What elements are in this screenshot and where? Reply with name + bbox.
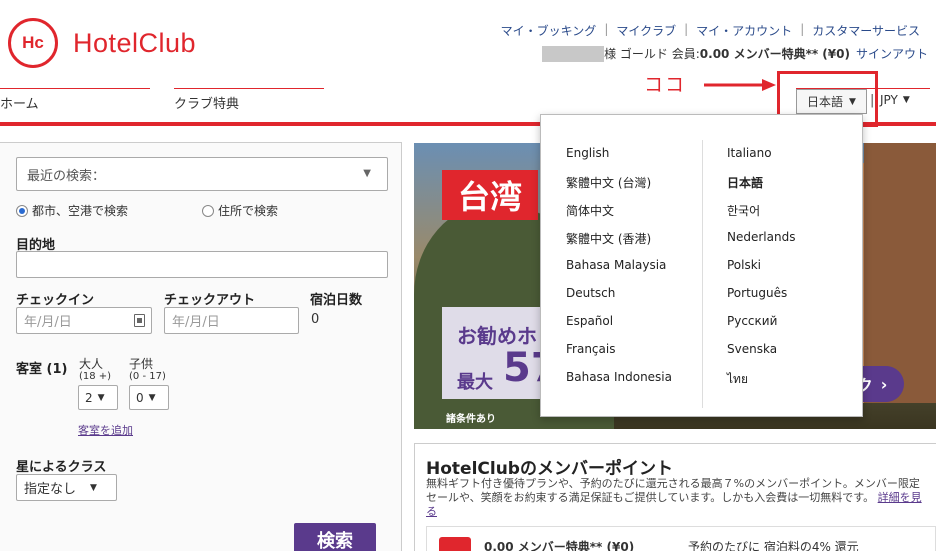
points-description-text: 無料ギフト付き優待プランや、予約のたびに還元される最高７%のメンバーポイント。メ… — [426, 477, 920, 504]
children-age-range: (0 - 17) — [129, 371, 166, 382]
points-balance: 0.00 メンバー特典** (¥0) — [484, 540, 635, 551]
calendar-icon[interactable] — [134, 314, 145, 327]
nav-divider — [174, 88, 324, 89]
language-option[interactable]: Deutsch — [566, 286, 615, 300]
language-option[interactable]: ไทย — [727, 370, 748, 389]
children-value: 0 — [136, 390, 144, 405]
language-option[interactable]: Polski — [727, 258, 761, 272]
checkout-label: チェックアウト — [164, 293, 256, 308]
chevron-down-icon: ▼ — [97, 392, 105, 403]
radio-label: 住所で検索 — [218, 204, 279, 218]
member-points: 0.00 メンバー特典** (¥0) — [699, 47, 850, 61]
adults-value: 2 — [85, 390, 93, 405]
language-option[interactable]: 简体中文 — [566, 202, 614, 219]
points-card-icon — [439, 537, 471, 551]
chevron-down-icon: ▼ — [902, 95, 910, 105]
children-select[interactable]: 0 ▼ — [129, 385, 169, 410]
member-status: 様 ゴールド 会員: 0.00 メンバー特典** (¥0) サインアウト — [542, 45, 928, 62]
language-option[interactable]: Svenska — [727, 342, 777, 356]
promo-terms-note: 諸条件あり — [446, 414, 496, 425]
language-option[interactable]: Bahasa Malaysia — [566, 258, 666, 272]
account-links: マイ・ブッキング | マイクラブ | マイ・アカウント | カスタマーサービス — [493, 22, 928, 39]
member-level: 様 ゴールド 会員: — [604, 47, 700, 61]
nights-value: 0 — [311, 312, 320, 327]
language-option[interactable]: 繁體中文 (台灣) — [566, 174, 651, 191]
hotelclub-logo[interactable]: Hc HotelClub — [8, 18, 196, 68]
promo-destination-tag: 台湾 — [442, 170, 538, 220]
date-placeholder: 年/月/日 — [24, 315, 72, 330]
chevron-down-icon: ▼ — [90, 482, 97, 493]
chevron-down-icon: ▼ — [148, 392, 156, 403]
destination-input[interactable] — [16, 251, 388, 278]
points-earn-rate: 予約のたびに 宿泊料の4% 還元 — [688, 540, 859, 551]
annotation-label: ココ — [644, 74, 687, 96]
adults-label: 大人 — [79, 357, 104, 371]
customer-service-link[interactable]: カスタマーサービス — [804, 22, 928, 39]
promo-photo-building — [864, 143, 936, 403]
star-rating-label: 星によるクラス — [16, 460, 107, 475]
language-option[interactable]: Français — [566, 342, 615, 356]
checkin-label: チェックイン — [16, 293, 95, 308]
radio-search-by-city[interactable]: 都市、空港で検索 — [16, 202, 128, 219]
language-option[interactable]: 繁體中文 (香港) — [566, 230, 651, 247]
redacted-username — [542, 45, 605, 62]
points-title: HotelClubのメンバーポイント — [426, 459, 673, 479]
checkout-date-input[interactable]: 年/月/日 — [164, 307, 299, 334]
promo-max-label: 最大 — [457, 372, 493, 393]
annotation-arrow-icon — [704, 79, 776, 91]
checkin-date-input[interactable]: 年/月/日 — [16, 307, 152, 334]
radio-search-by-address[interactable]: 住所で検索 — [202, 202, 278, 219]
logo-wordmark: HotelClub — [73, 27, 197, 58]
recent-searches-label: 最近の検索： — [27, 168, 106, 184]
currency-selector[interactable]: JPY ▼ — [880, 93, 910, 107]
my-bookings-link[interactable]: マイ・ブッキング — [493, 22, 605, 39]
language-option[interactable]: Italiano — [727, 146, 772, 160]
language-option[interactable]: English — [566, 146, 609, 160]
logo-mark: Hc — [8, 18, 58, 68]
my-club-link[interactable]: マイクラブ — [608, 22, 684, 39]
nav-home[interactable]: ホーム — [0, 93, 39, 112]
currency-current: JPY — [880, 93, 898, 107]
signout-link[interactable]: サインアウト — [856, 45, 928, 62]
radio-unselected-icon — [202, 204, 214, 217]
nights-label: 宿泊日数 — [310, 293, 363, 308]
add-room-link[interactable]: 客室を追加 — [78, 422, 133, 438]
language-option[interactable]: 日本語 — [727, 174, 763, 191]
my-account-link[interactable]: マイ・アカウント — [688, 22, 800, 39]
radio-label: 都市、空港で検索 — [32, 204, 129, 218]
points-description: 無料ギフト付き優待プランや、予約のたびに還元される最高７%のメンバーポイント。メ… — [426, 477, 922, 519]
language-option[interactable]: Nederlands — [727, 230, 795, 244]
adults-select[interactable]: 2 ▼ — [78, 385, 118, 410]
nav-club-benefits[interactable]: クラブ特典 — [174, 93, 239, 112]
recent-searches-select[interactable]: 最近の検索： ▼ — [16, 157, 388, 191]
language-menu-divider — [702, 140, 703, 408]
language-option[interactable]: 한국어 — [727, 202, 760, 219]
adults-age-range: (18 +) — [79, 371, 112, 382]
children-label: 子供 — [129, 357, 154, 371]
star-rating-value: 指定なし — [24, 482, 77, 497]
radio-selected-icon — [16, 204, 28, 217]
language-option[interactable]: Bahasa Indonesia — [566, 370, 672, 384]
language-option[interactable]: Português — [727, 286, 787, 300]
star-rating-select[interactable]: 指定なし ▼ — [16, 474, 117, 501]
search-button[interactable]: 検索 — [294, 523, 376, 551]
chevron-right-icon: › — [880, 374, 888, 394]
rooms-label: 客室 (1) — [16, 362, 68, 377]
chevron-down-icon: ▼ — [363, 168, 371, 179]
nav-divider — [0, 88, 150, 89]
language-option[interactable]: Español — [566, 314, 613, 328]
language-option[interactable]: Русский — [727, 314, 777, 328]
date-placeholder: 年/月/日 — [172, 315, 220, 330]
